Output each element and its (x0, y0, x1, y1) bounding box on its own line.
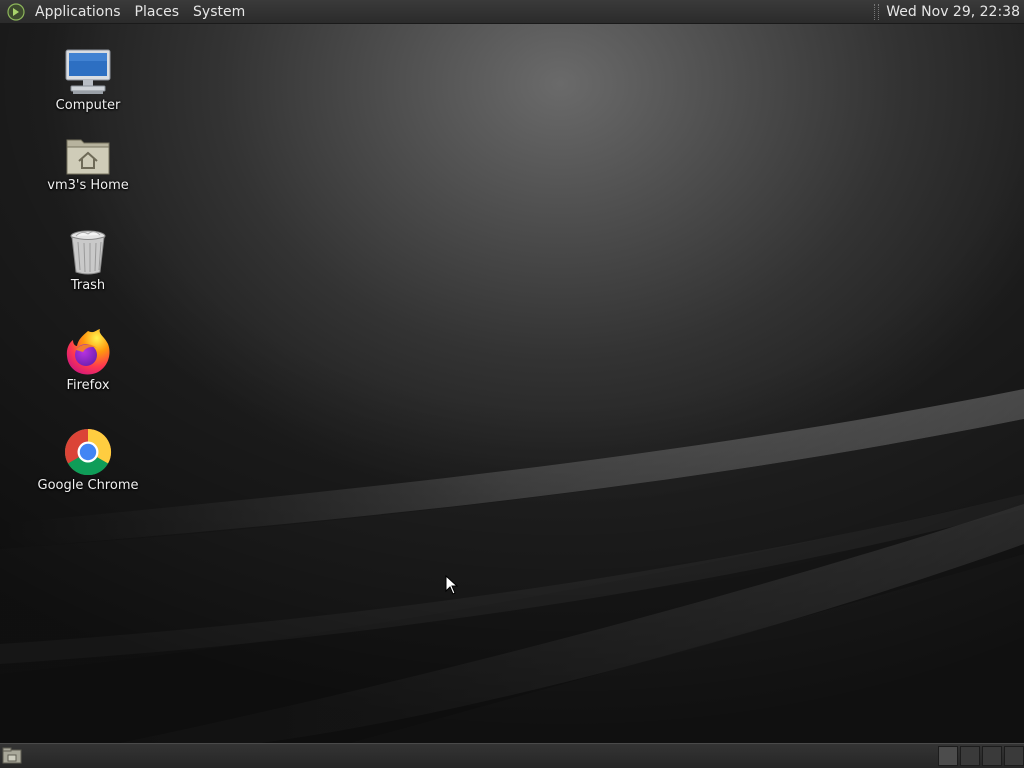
desktop-icon-firefox[interactable]: Firefox (28, 324, 148, 393)
computer-icon (62, 44, 114, 96)
desktop-icon-trash[interactable]: Trash (28, 224, 148, 293)
clock[interactable]: Wed Nov 29, 22:38 (883, 0, 1024, 24)
desktop-icon-label: Firefox (66, 378, 110, 393)
distro-logo-icon[interactable] (6, 2, 26, 22)
workspace-switcher-3[interactable] (982, 746, 1002, 766)
top-panel: Applications Places System Wed Nov 29, 2… (0, 0, 1024, 24)
panel-separator (874, 3, 880, 20)
trash-icon (62, 224, 114, 276)
desktop-icon-label: vm3's Home (47, 178, 129, 193)
workspace-switcher-1[interactable] (938, 746, 958, 766)
applications-menu[interactable]: Applications (28, 0, 128, 24)
home-folder-icon (62, 124, 114, 176)
places-menu[interactable]: Places (128, 0, 187, 24)
workspace-switcher-4[interactable] (1004, 746, 1024, 766)
desktop-wallpaper[interactable] (0, 24, 1024, 743)
show-desktop-icon[interactable] (2, 747, 22, 765)
desktop-screen: Applications Places System Wed Nov 29, 2… (0, 0, 1024, 768)
desktop-icon-home[interactable]: vm3's Home (28, 124, 148, 193)
desktop-icon-computer[interactable]: Computer (28, 44, 148, 113)
desktop-icon-chrome[interactable]: Google Chrome (28, 424, 148, 493)
bottom-panel (0, 743, 1024, 768)
workspace-switcher-2[interactable] (960, 746, 980, 766)
system-menu[interactable]: System (186, 0, 252, 24)
desktop-icon-label: Computer (55, 98, 121, 113)
mouse-cursor-icon (445, 575, 459, 595)
firefox-icon (62, 324, 114, 376)
chrome-icon (62, 424, 114, 476)
desktop-icon-label: Trash (70, 278, 106, 293)
desktop-icon-label: Google Chrome (37, 478, 139, 493)
